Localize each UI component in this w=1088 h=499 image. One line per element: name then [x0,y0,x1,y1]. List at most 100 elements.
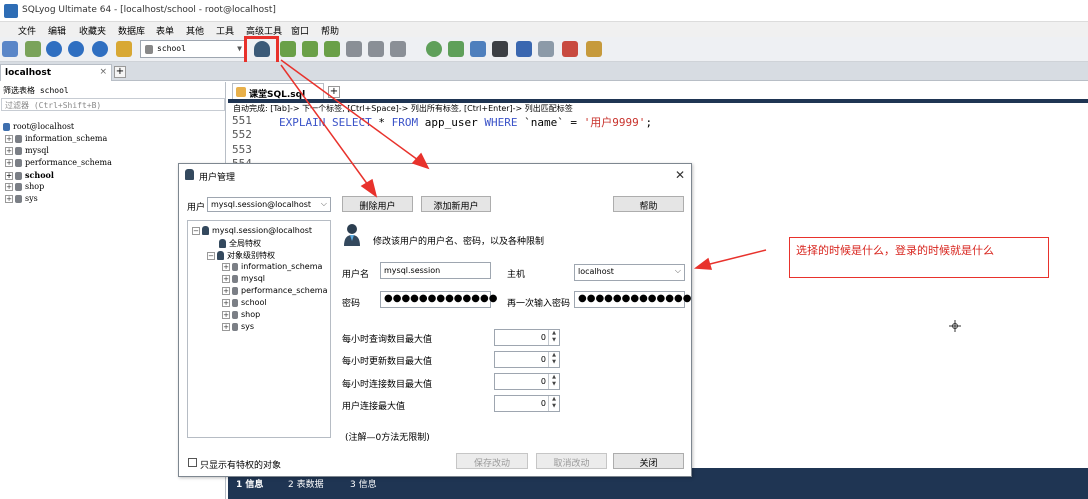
tree-item-mysql[interactable]: + mysql [5,146,49,155]
collapse-icon[interactable]: − [207,251,215,260]
import-icon[interactable] [324,41,340,57]
analyzer-icon[interactable] [586,41,602,57]
password-input[interactable]: ●●●●●●●●●●●●● [380,291,497,308]
execute-query-icon[interactable] [46,41,62,57]
database-icon [232,286,238,295]
connection-tab-localhost[interactable]: localhost × [0,64,112,81]
menu-favorites[interactable]: 收藏夹 [79,24,106,37]
stepper-arrows-icon[interactable]: ▲ ▼ [548,330,559,345]
table-data-icon[interactable] [368,41,384,57]
expand-icon[interactable]: + [5,172,13,180]
expand-icon[interactable]: + [222,310,230,319]
schema-designer-icon[interactable] [116,41,132,57]
close-icon[interactable]: ✕ [673,168,687,182]
schedule-icon[interactable] [448,41,464,57]
tree-item-school[interactable]: + school [5,170,54,180]
tree-db-information-schema[interactable]: + information_schema [222,262,322,271]
max-user-connections-stepper[interactable]: 0 ▲ ▼ [494,395,560,412]
cancel-changes-button[interactable]: 取消改动 [536,453,607,469]
tree-db-school[interactable]: + school [222,298,267,307]
tree-db-shop[interactable]: + shop [222,310,260,319]
report-icon[interactable] [562,41,578,57]
help-button[interactable]: 帮助 [613,196,684,212]
only-privileged-objects-checkbox[interactable] [188,458,197,467]
add-user-icon[interactable] [280,41,296,57]
close-dialog-button[interactable]: 关闭 [613,453,684,469]
refresh-icon[interactable] [92,41,108,57]
expand-icon[interactable]: + [5,183,13,191]
expand-icon[interactable]: + [5,135,13,143]
editor-tab[interactable]: 课堂SQL.sql [232,83,324,100]
copy-table-icon[interactable] [390,41,406,57]
menu-edit[interactable]: 编辑 [48,24,66,37]
menu-file[interactable]: 文件 [18,24,36,37]
tree-db-sys[interactable]: + sys [222,322,254,331]
host-select[interactable]: localhost ⌵ [574,264,685,281]
expand-icon[interactable]: + [222,286,230,295]
delete-user-button[interactable]: 删除用户 [342,196,413,212]
backup-icon[interactable] [470,41,486,57]
tree-label: shop [25,182,45,191]
max-queries-stepper[interactable]: 0 ▲ ▼ [494,329,560,346]
expand-icon[interactable]: + [5,195,13,203]
close-icon[interactable]: × [99,67,107,77]
sql-code-line[interactable]: EXPLAIN SELECT * FROM app_user WHERE `na… [279,114,652,130]
filter-input[interactable]: 过滤器 (Ctrl+Shift+B) [1,98,225,111]
new-query-icon[interactable] [25,41,41,57]
username-label: 用户名 [342,270,370,280]
tab-table-data[interactable]: 2 表数据 [288,477,324,490]
sync-icon[interactable] [426,41,442,57]
tree-db-mysql[interactable]: + mysql [222,274,265,283]
add-user-button[interactable]: 添加新用户 [421,196,491,212]
tab-info[interactable]: 3 信息 [350,477,377,490]
tree-user-node[interactable]: − mysql.session@localhost [192,226,312,235]
new-query-tab-button[interactable]: + [328,86,340,98]
new-connection-icon[interactable] [2,41,18,57]
expand-icon[interactable]: + [222,298,230,307]
tree-root[interactable]: root@localhost [3,122,74,131]
tree-db-performance-schema[interactable]: + performance_schema [222,286,328,295]
menu-help[interactable]: 帮助 [321,24,339,37]
menu-tools[interactable]: 工具 [216,24,234,37]
expand-icon[interactable]: + [222,322,230,331]
new-connection-tab-button[interactable]: + [114,66,126,78]
stepper-value: 0 [540,355,546,364]
expand-icon[interactable]: + [222,274,230,283]
table-icon[interactable] [346,41,362,57]
stepper-arrows-icon[interactable]: ▲ ▼ [548,374,559,389]
tree-label: 全局特权 [229,239,261,248]
execute-all-icon[interactable] [68,41,84,57]
tree-item-performance-schema[interactable]: + performance_schema [5,158,112,167]
tab-messages[interactable]: 1 信息 [236,477,263,490]
database-selector[interactable]: school ▼ [140,40,246,58]
expand-icon[interactable]: + [5,147,13,155]
user-icon [217,251,224,260]
save-changes-button[interactable]: 保存改动 [456,453,528,469]
tree-item-shop[interactable]: + shop [5,182,44,191]
tree-label: information_schema [241,262,323,271]
restore-icon[interactable] [492,41,508,57]
confirm-password-input[interactable]: ●●●●●●●●●●●●● [574,291,691,308]
username-input[interactable]: mysql.session [380,262,491,279]
tree-object-privileges[interactable]: − 对象级别特权 [207,250,275,261]
menu-other[interactable]: 其他 [186,24,204,37]
max-connections-stepper[interactable]: 0 ▲ ▼ [494,373,560,390]
tree-item-information-schema[interactable]: + information_schema [5,134,107,143]
monitor-icon[interactable] [538,41,554,57]
tree-global-privileges[interactable]: 全局特权 [219,238,261,249]
sqlyog-app-icon [4,4,18,18]
max-updates-stepper[interactable]: 0 ▲ ▼ [494,351,560,368]
notification-icon[interactable] [516,41,532,57]
export-icon[interactable] [302,41,318,57]
expand-icon[interactable]: + [222,262,230,271]
user-select[interactable]: mysql.session@localhost ⌵ [207,197,331,212]
stepper-arrows-icon[interactable]: ▲ ▼ [548,352,559,367]
expand-icon[interactable]: + [5,159,13,167]
menu-table[interactable]: 表单 [156,24,174,37]
tree-item-sys[interactable]: + sys [5,194,38,203]
description-text: 修改该用户的用户名、密码，以及各种限制 [373,237,545,247]
collapse-icon[interactable]: − [192,226,200,235]
stepper-arrows-icon[interactable]: ▲ ▼ [548,396,559,411]
menu-window[interactable]: 窗口 [291,24,309,37]
menu-database[interactable]: 数据库 [118,24,145,37]
